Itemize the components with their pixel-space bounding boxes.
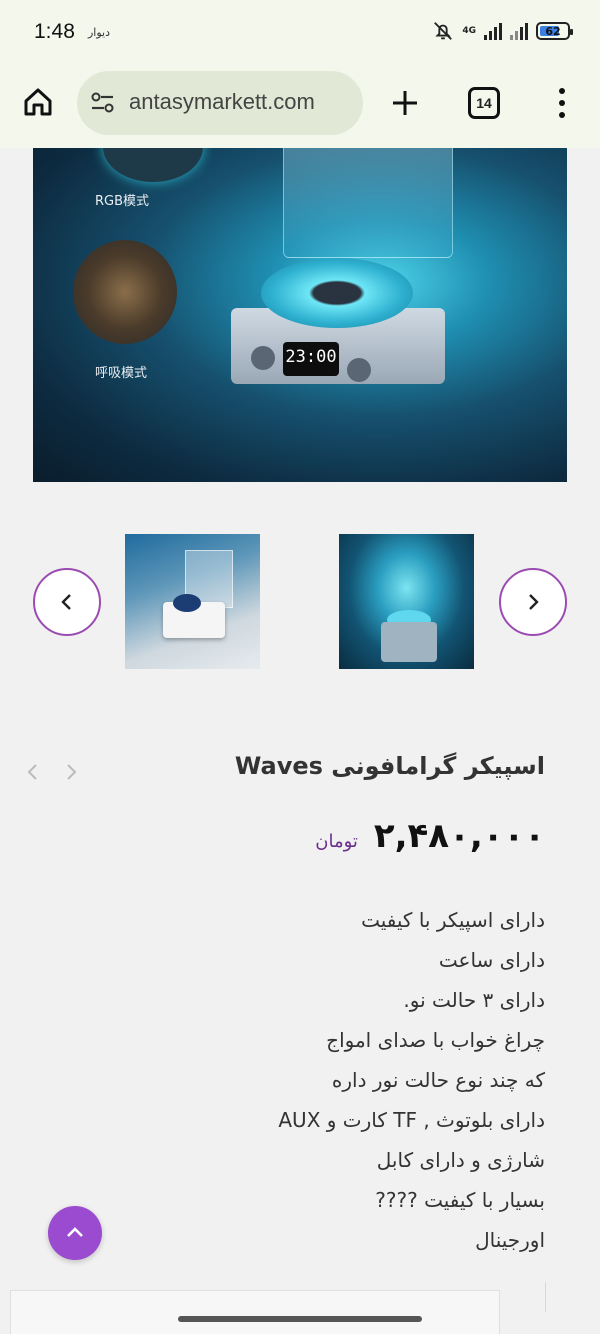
signal-icon [484, 22, 502, 40]
new-tab-plus-icon [393, 91, 417, 115]
speaker-knob-left [251, 346, 275, 370]
mode-label-rgb: RGB模式 [95, 194, 150, 209]
chevron-left-icon [27, 764, 37, 780]
product-hero-image[interactable]: RGB模式 呼吸模式 23:00 [33, 148, 567, 482]
status-bar: 1:48 دیوار 4G 62 [0, 0, 600, 66]
speaker-glass-cover [283, 148, 453, 258]
next-product-button[interactable] [64, 760, 80, 784]
bottom-divider [545, 1282, 546, 1312]
description-line: دارای بلوتوث , TF کارت و AUX [278, 1108, 545, 1132]
description-line: دارای ساعت [438, 948, 545, 972]
description-line: اورجینال [475, 1228, 545, 1252]
thumbnail-1[interactable] [125, 534, 260, 669]
speaker-platter [261, 258, 413, 328]
product-title: اسپیکر گرامافونی Waves [234, 752, 545, 780]
tabs-icon[interactable]: 14 [468, 87, 500, 119]
carousel-next-button[interactable] [499, 568, 567, 636]
bottom-card [10, 1290, 500, 1334]
status-app-label: دیوار [88, 26, 111, 39]
home-icon [24, 88, 52, 116]
mode-preview-top [103, 148, 203, 182]
browser-toolbar: antasymarkett.com 14 [0, 66, 600, 148]
chevron-left-icon [61, 594, 71, 610]
chevron-up-icon [67, 1227, 83, 1237]
chevron-right-icon [67, 764, 77, 780]
thumb2-device [381, 622, 437, 662]
description-line: بسیار با کیفیت ???? [375, 1188, 545, 1212]
product-price: ۲,۴۸۰,۰۰۰ [373, 816, 545, 856]
description-line: دارای ۳ حالت نو. [403, 988, 545, 1012]
price-currency: تومان [315, 831, 358, 852]
mode-label-breath: 呼吸模式 [95, 366, 148, 381]
signal-icon-2 [510, 22, 528, 40]
home-button[interactable] [20, 84, 56, 120]
description-line: شارژی و دارای کابل [376, 1148, 545, 1172]
chevron-right-icon [529, 594, 539, 610]
address-bar[interactable]: antasymarkett.com [77, 71, 363, 135]
carousel-prev-button[interactable] [33, 568, 101, 636]
prev-product-button[interactable] [24, 760, 40, 784]
product-description: دارای اسپیکر با کیفیت دارای ساعت دارای ۳… [278, 900, 545, 1260]
description-line: چراغ خواب با صدای امواج [326, 1028, 545, 1052]
product-nav-arrows [24, 760, 80, 784]
speaker-clock-display: 23:00 [283, 342, 339, 376]
mode-preview-breath [73, 240, 177, 344]
description-line: دارای اسپیکر با کیفیت [361, 908, 545, 932]
speaker-knob-right [347, 358, 371, 382]
network-type: 4G [462, 26, 476, 36]
new-tab-button[interactable] [388, 86, 422, 120]
battery-level: 62 [545, 24, 561, 38]
scroll-to-top-button[interactable] [48, 1206, 102, 1260]
status-icons: 4G 62 [432, 20, 573, 42]
battery-icon: 62 [536, 22, 573, 40]
more-menu-icon[interactable] [552, 86, 572, 120]
gesture-bar[interactable] [178, 1316, 422, 1322]
site-settings-icon[interactable] [89, 89, 117, 117]
description-line: که چند نوع حالت نور داره [331, 1068, 545, 1092]
status-time: 1:48 [34, 20, 75, 43]
thumb1-disc [173, 594, 201, 612]
url-text[interactable]: antasymarkett.com [129, 89, 315, 115]
thumbnail-2[interactable] [339, 534, 474, 669]
mute-notification-icon [434, 22, 453, 40]
price-row: ۲,۴۸۰,۰۰۰ تومان [315, 816, 545, 856]
thumbnail-carousel [0, 534, 600, 670]
